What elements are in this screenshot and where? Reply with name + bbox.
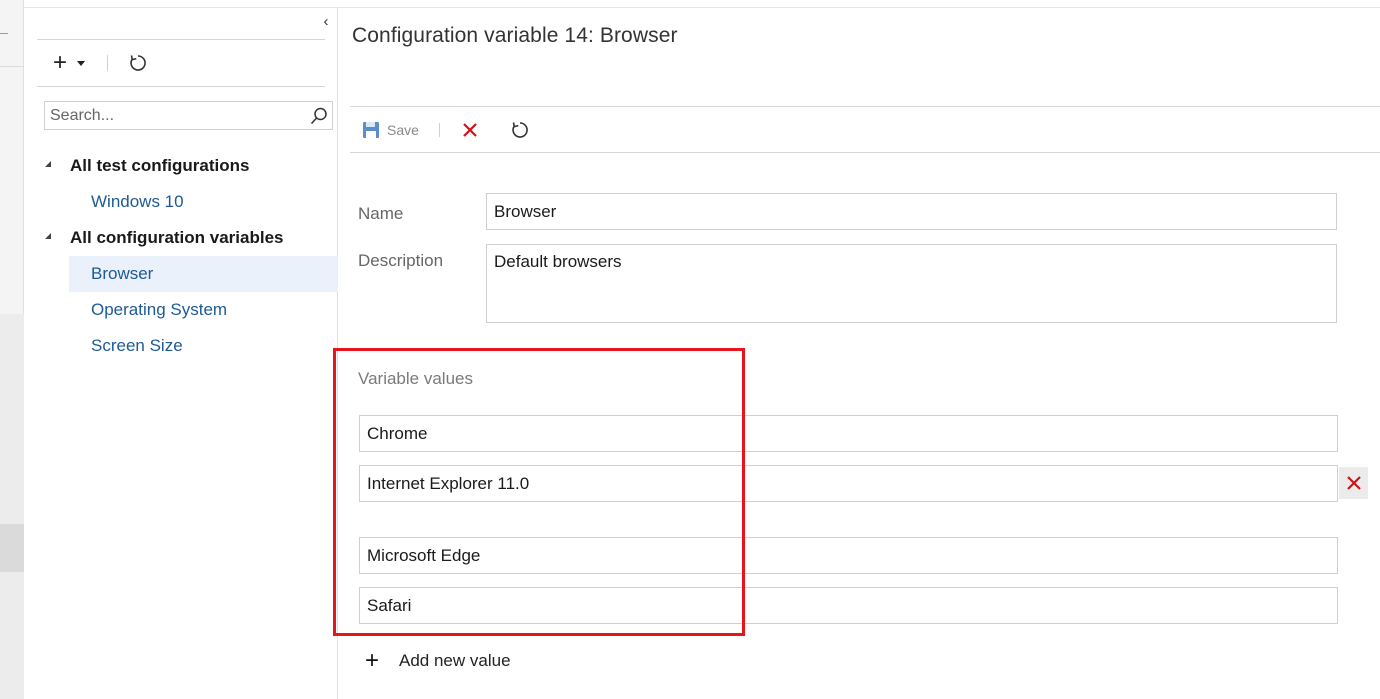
toolbar-separator [438, 123, 440, 137]
save-icon [363, 122, 379, 138]
page-title: Configuration variable 14: Browser [352, 24, 678, 47]
value-input-safari[interactable] [359, 587, 1338, 624]
value-input-microsoft-edge[interactable] [359, 537, 1338, 574]
value-input-chrome[interactable] [359, 415, 1338, 452]
detail-divider-bottom [350, 152, 1380, 153]
tree-group-label: All configuration variables [70, 228, 284, 247]
pane-divider-bottom [37, 86, 325, 87]
description-label: Description [358, 251, 444, 270]
name-label: Name [358, 204, 404, 223]
refresh-icon[interactable] [510, 120, 530, 140]
expanded-triangle-icon[interactable] [45, 161, 51, 167]
tree-item-operating-system[interactable]: Operating System [25, 292, 338, 328]
tree-item-label: Browser [91, 264, 154, 283]
plus-icon[interactable]: + [51, 51, 69, 75]
tree-item-label: Windows 10 [91, 192, 184, 211]
gutter-band [0, 314, 24, 699]
app-root: ‹ + Search... All test configurations Wi… [0, 0, 1380, 699]
detail-pane: Configuration variable 14: Browser Save [338, 8, 1380, 699]
name-field[interactable] [486, 193, 1337, 230]
tree-group-test-configurations[interactable]: All test configurations [25, 148, 338, 184]
close-icon [1346, 476, 1361, 490]
expanded-triangle-icon[interactable] [45, 233, 51, 239]
detail-toolbar: Save [362, 116, 530, 144]
collapse-pane-button[interactable]: ‹ [318, 12, 334, 32]
description-field[interactable]: Default browsers [486, 244, 1337, 323]
tree-item-screen-size[interactable]: Screen Size [25, 328, 338, 364]
tree-pane: ‹ + Search... All test configurations Wi… [25, 8, 338, 699]
detail-divider-top [350, 106, 1380, 107]
configuration-tree: All test configurations Windows 10 All c… [25, 148, 338, 364]
remove-value-button[interactable] [1339, 467, 1368, 499]
caret-down-icon[interactable] [77, 60, 85, 66]
tree-item-windows-10[interactable]: Windows 10 [25, 184, 338, 220]
toolbar-separator [107, 55, 108, 71]
tree-group-configuration-variables[interactable]: All configuration variables [25, 220, 338, 256]
gutter-divider [0, 66, 24, 67]
save-button[interactable]: Save [362, 121, 419, 139]
variable-values-label: Variable values [358, 369, 473, 388]
value-input-internet-explorer[interactable] [359, 465, 1338, 502]
search-box [44, 101, 333, 130]
tree-group-label: All test configurations [70, 156, 250, 175]
add-new-value-button[interactable]: + Add new value [362, 649, 511, 673]
gutter-selected-band [0, 524, 24, 572]
close-icon[interactable] [462, 122, 478, 138]
pane-divider-top [37, 39, 325, 40]
tree-item-label: Operating System [91, 300, 228, 319]
search-icon[interactable] [306, 103, 332, 129]
refresh-icon[interactable] [128, 53, 148, 73]
save-label: Save [387, 122, 419, 138]
add-new-value-label: Add new value [399, 651, 511, 670]
tree-item-browser[interactable]: Browser [69, 256, 338, 292]
tree-toolbar: + [51, 48, 148, 78]
tree-item-label: Screen Size [91, 336, 183, 355]
gutter-tick [0, 33, 8, 34]
search-input[interactable] [45, 102, 306, 129]
left-gutter [0, 0, 24, 699]
plus-icon: + [364, 647, 379, 674]
